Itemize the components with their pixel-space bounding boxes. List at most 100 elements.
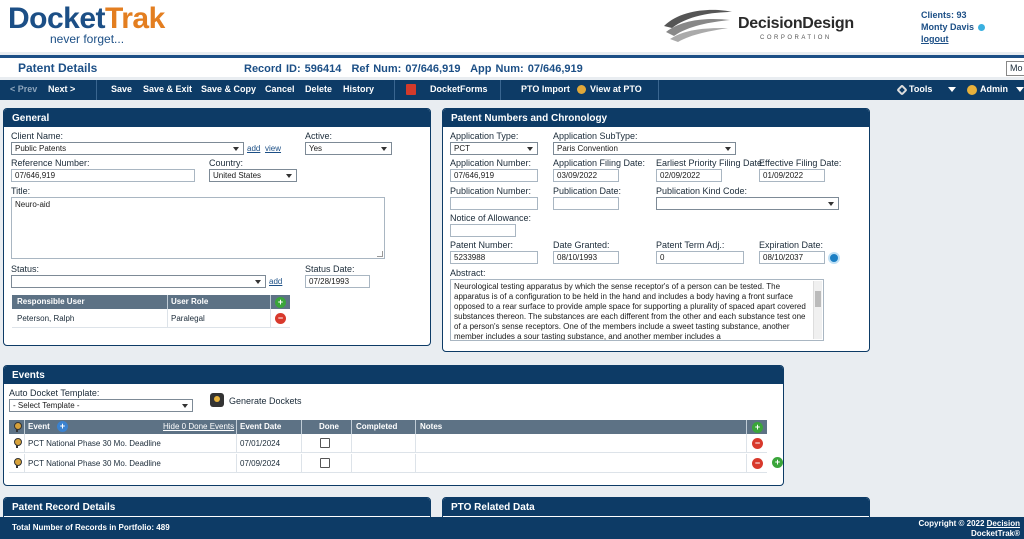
done-checkbox[interactable] <box>320 458 330 468</box>
status-label: Status: <box>11 264 39 274</box>
decisiondesign-logo: DecisionDesign CORPORATION <box>662 6 862 46</box>
save-button[interactable]: Save <box>111 84 132 94</box>
notice-allowance-input[interactable] <box>450 224 516 237</box>
mode-select[interactable]: Mo <box>1006 61 1024 76</box>
column-divider <box>415 434 416 453</box>
column-divider <box>746 434 747 453</box>
chevron-down-icon <box>1016 87 1024 92</box>
application-number-label: Application Number: <box>450 158 531 168</box>
prev-button[interactable]: < Prev <box>10 84 37 94</box>
status-date-input[interactable]: 07/28/1993 <box>305 275 370 288</box>
generate-dockets-button[interactable]: Generate Dockets <box>229 396 302 406</box>
earliest-priority-label: Earliest Priority Filing Date: <box>656 158 765 168</box>
patent-term-adj-input[interactable]: 0 <box>656 251 744 264</box>
delete-button[interactable]: Delete <box>305 84 332 94</box>
events-panel: Events Auto Docket Template: - Select Te… <box>3 365 784 486</box>
reference-number-input[interactable]: 07/646,919 <box>11 169 195 182</box>
country-select[interactable]: United States <box>209 169 297 182</box>
date-granted-input[interactable]: 08/10/1993 <box>553 251 619 264</box>
publication-kind-label: Publication Kind Code: <box>656 186 747 196</box>
client-view-link[interactable]: view <box>265 144 281 153</box>
clients-count: Clients: 93 <box>921 9 985 21</box>
done-checkbox[interactable] <box>320 438 330 448</box>
product-name: DocketTrak® <box>919 529 1021 539</box>
logout-link[interactable]: logout <box>921 34 949 44</box>
save-exit-button[interactable]: Save & Exit <box>143 84 192 94</box>
events-table-header: Event + Hide 0 Done Events Event Date Do… <box>9 420 767 434</box>
pto-related-title[interactable]: PTO Related Data <box>443 498 869 516</box>
event-date-column: Event Date <box>240 422 281 431</box>
remove-event-icon[interactable]: − <box>752 458 763 469</box>
view-at-pto-button[interactable]: View at PTO <box>577 84 642 94</box>
patent-number-input[interactable]: 5233988 <box>450 251 538 264</box>
partner-corp: CORPORATION <box>760 35 832 41</box>
effective-filing-input[interactable]: 01/09/2022 <box>759 169 825 182</box>
application-subtype-select[interactable]: Paris Convention <box>553 142 736 155</box>
dockettrak-logo[interactable]: DocketTrak never forget... <box>8 3 165 46</box>
add-event-row-icon[interactable]: + <box>752 422 763 433</box>
add-user-icon[interactable]: + <box>275 297 286 308</box>
abstract-label: Abstract: <box>450 268 486 278</box>
publication-date-label: Publication Date: <box>553 186 621 196</box>
record-details-title[interactable]: Patent Record Details <box>4 498 430 516</box>
abstract-textarea[interactable]: Neurological testing apparatus by which … <box>450 279 824 341</box>
toolbar-divider <box>500 80 501 100</box>
history-button[interactable]: History <box>343 84 374 94</box>
active-select[interactable]: Yes <box>305 142 392 155</box>
active-label: Active: <box>305 131 332 141</box>
country-label: Country: <box>209 158 243 168</box>
responsible-user-column: Responsible User <box>17 297 85 306</box>
resize-grip-icon[interactable] <box>377 251 383 257</box>
client-name-select[interactable]: Public Patents <box>11 142 244 155</box>
publication-date-input[interactable] <box>553 197 619 210</box>
expiration-date-input[interactable]: 08/10/2037 <box>759 251 825 264</box>
title-textarea[interactable]: Neuro-aid <box>11 197 385 259</box>
publication-number-label: Publication Number: <box>450 186 531 196</box>
add-event-icon[interactable]: + <box>57 421 68 432</box>
column-divider <box>746 420 747 434</box>
add-event-row-icon[interactable]: + <box>772 457 783 468</box>
hide-done-events-link[interactable]: Hide 0 Done Events <box>163 422 234 431</box>
client-add-link[interactable]: add <box>247 144 260 153</box>
save-copy-button[interactable]: Save & Copy <box>201 84 256 94</box>
pto-import-button[interactable]: PTO Import <box>521 84 570 94</box>
copyright: Copyright © 2022 Decision DocketTrak® <box>919 519 1021 539</box>
abstract-scrollbar[interactable] <box>813 281 822 339</box>
calendar-icon[interactable] <box>828 252 840 264</box>
generate-dockets-icon[interactable] <box>210 393 224 407</box>
column-divider <box>301 434 302 453</box>
application-number-input[interactable]: 07/646,919 <box>450 169 538 182</box>
events-panel-title: Events <box>4 366 783 384</box>
publication-kind-select[interactable] <box>656 197 839 210</box>
publication-number-input[interactable] <box>450 197 538 210</box>
admin-dropdown-caret[interactable] <box>1016 84 1024 94</box>
earliest-priority-input[interactable]: 02/09/2022 <box>656 169 722 182</box>
auto-docket-select[interactable]: - Select Template - <box>9 399 193 412</box>
next-button[interactable]: Next > <box>48 84 75 94</box>
docketforms-label: DocketForms <box>430 84 488 94</box>
record-bar: Patent Details Record ID: 596414 Ref Num… <box>0 55 1024 77</box>
settings-dot-icon[interactable] <box>978 24 985 31</box>
application-type-select[interactable]: PCT <box>450 142 538 155</box>
status-add-link[interactable]: add <box>269 277 282 286</box>
decision-link[interactable]: Decision <box>987 519 1020 528</box>
pin-icon[interactable] <box>13 438 21 448</box>
scroll-thumb[interactable] <box>815 291 821 307</box>
title-label: Title: <box>11 186 30 196</box>
tools-dropdown-caret[interactable] <box>948 84 956 94</box>
completed-column: Completed <box>356 422 397 431</box>
tools-menu[interactable]: Tools <box>898 84 932 94</box>
docketforms-button[interactable]: DocketForms <box>406 84 488 95</box>
cancel-button[interactable]: Cancel <box>265 84 295 94</box>
toolbar-divider <box>394 80 395 100</box>
patent-term-adj-label: Patent Term Adj.: <box>656 240 724 250</box>
user-name[interactable]: Monty Davis <box>921 22 974 32</box>
wrench-icon <box>896 84 907 95</box>
status-select[interactable] <box>11 275 266 288</box>
responsible-user-cell: Peterson, Ralph <box>17 314 74 323</box>
pin-icon[interactable] <box>13 458 21 468</box>
application-filing-date-input[interactable]: 03/09/2022 <box>553 169 619 182</box>
remove-user-icon[interactable]: − <box>275 313 286 324</box>
admin-menu[interactable]: Admin <box>967 84 1008 95</box>
remove-event-icon[interactable]: − <box>752 438 763 449</box>
